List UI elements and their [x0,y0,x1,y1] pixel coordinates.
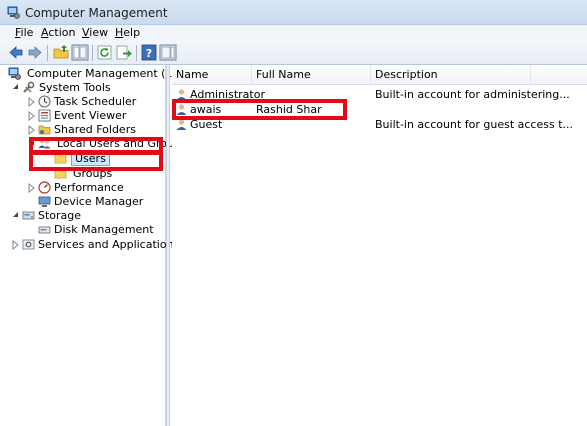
expanded-arrow-icon[interactable] [12,211,20,221]
highlight-box-users [29,151,163,171]
back-icon[interactable] [7,44,25,61]
toolbar: ? [0,41,587,65]
menu-action[interactable]: Action [41,26,75,39]
tree-label: Storage [38,209,82,222]
collapsed-arrow-icon[interactable] [28,111,36,121]
tree-label: Performance [54,181,124,194]
tree-label: Device Manager [54,195,144,208]
tree-item-services-and-applications[interactable]: Services and Applications [12,238,179,252]
menu-view[interactable]: View [82,26,108,39]
tree-item-computer-management[interactable]: Computer Management (Local) [8,67,198,81]
window-title: Computer Management [25,6,168,20]
computer-management-icon [7,6,20,19]
collapsed-arrow-icon[interactable] [12,240,20,250]
export-icon[interactable] [115,44,133,61]
collapsed-arrow-icon[interactable] [28,183,36,193]
clock-icon [38,95,51,108]
tree-item-device-manager[interactable]: Device Manager [38,195,162,209]
navigation-tree: Computer Management (Local) System Tools… [4,65,198,426]
tree-item-event-viewer[interactable]: Event Viewer [28,109,162,123]
disk-icon [38,226,51,234]
computer-management-icon [8,67,21,80]
tree-label: Disk Management [54,223,154,236]
tree-label: Task Scheduler [54,95,137,108]
tree-item-performance[interactable]: Performance [28,181,162,195]
user-description: Built-in account for administering... [375,88,570,101]
tree-label: Services and Applications [38,238,180,251]
services-icon [22,239,35,250]
collapsed-arrow-icon[interactable] [28,97,36,107]
column-header-row: Name Full Name Description [172,65,587,85]
column-header-full-name[interactable]: Full Name [252,65,371,85]
tree-item-disk-management[interactable]: Disk Management [38,223,162,237]
show-hide-tree-icon[interactable] [71,44,89,61]
help-icon[interactable]: ? [140,44,158,61]
tree-label: Shared Folders [54,123,136,136]
expanded-arrow-icon[interactable] [12,83,20,93]
pane-splitter[interactable] [166,65,170,426]
collapsed-arrow-icon[interactable] [28,125,36,135]
user-description: Built-in account for guest access t... [375,118,574,131]
tree-item-task-scheduler[interactable]: Task Scheduler [28,95,162,109]
event-viewer-icon [38,109,51,122]
column-header-description[interactable]: Description [371,65,531,85]
menu-file[interactable]: File [15,26,33,39]
menu-help[interactable]: Help [115,26,140,39]
column-header-name[interactable]: Name [172,65,252,85]
tools-icon [23,81,35,93]
title-bar: Computer Management [0,0,587,25]
menu-bar: File Action View Help [0,25,587,41]
svg-text:?: ? [146,47,152,60]
tree-item-storage[interactable]: Storage [12,209,162,223]
device-manager-icon [38,196,51,207]
forward-icon[interactable] [26,44,44,61]
shared-folder-icon [38,125,51,135]
toolbar-separator [136,45,137,61]
up-folder-icon[interactable] [52,44,70,61]
tree-item-system-tools[interactable]: System Tools [12,81,162,95]
storage-icon [22,211,35,220]
tree-label: Event Viewer [54,109,127,122]
tree-label: System Tools [39,81,111,94]
action-pane-icon[interactable] [159,44,177,61]
refresh-icon[interactable] [96,44,114,61]
toolbar-separator [47,45,48,61]
tree-item-shared-folders[interactable]: Shared Folders [28,123,162,137]
performance-icon [38,181,51,194]
highlight-box-awais-row [172,99,347,120]
toolbar-separator [92,45,93,61]
